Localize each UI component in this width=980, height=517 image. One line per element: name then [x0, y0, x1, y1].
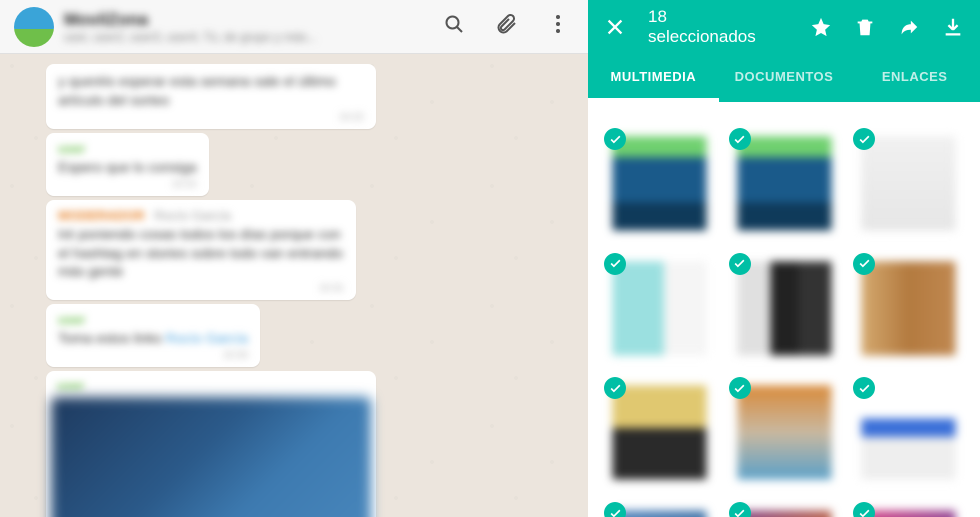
chat-header-text[interactable]: MovilZona user, user2, user3, user4, Tú,…	[64, 10, 432, 44]
avatar[interactable]	[14, 7, 54, 47]
tab-multimedia[interactable]: MULTIMEDIA	[588, 54, 719, 102]
media-item[interactable]	[606, 255, 713, 362]
message-bubble-image[interactable]: user	[46, 371, 376, 517]
check-icon	[604, 128, 626, 150]
message-bubble[interactable]: MODERADOR Rocío García Iré poniendo cosa…	[46, 200, 356, 301]
media-thumbnail	[612, 261, 706, 355]
media-item[interactable]	[731, 379, 838, 486]
media-item[interactable]	[855, 255, 962, 362]
media-thumbnail	[612, 136, 706, 230]
chat-body[interactable]: y queréis esperar esta semana sale el úl…	[0, 54, 588, 517]
chat-header: MovilZona user, user2, user3, user4, Tú,…	[0, 0, 588, 54]
media-item[interactable]	[731, 255, 838, 362]
media-item[interactable]	[731, 130, 838, 237]
message-bubble[interactable]: user Espero que lo consiga 10:24	[46, 133, 209, 196]
check-icon	[729, 377, 751, 399]
tab-enlaces[interactable]: ENLACES	[849, 54, 980, 102]
media-grid[interactable]	[588, 102, 980, 517]
image-attachment[interactable]	[51, 397, 371, 517]
media-item[interactable]	[855, 504, 962, 517]
message-bubble[interactable]: user Toma estos links Rocío García 10:33	[46, 304, 260, 367]
chat-title: MovilZona	[64, 10, 432, 30]
media-toolbar: 18 seleccionados	[588, 0, 980, 54]
download-icon[interactable]	[942, 16, 964, 38]
check-icon	[853, 502, 875, 517]
chat-subtitle: user, user2, user3, user4, Tú, de grupo …	[64, 30, 432, 44]
media-item[interactable]	[606, 379, 713, 486]
media-thumbnail	[862, 136, 956, 230]
check-icon	[604, 253, 626, 275]
media-thumbnail	[737, 136, 831, 230]
media-item[interactable]	[731, 504, 838, 517]
media-thumbnail	[862, 510, 956, 517]
media-thumbnail	[612, 510, 706, 517]
check-icon	[604, 502, 626, 517]
media-thumbnail	[862, 386, 956, 480]
forward-icon[interactable]	[898, 16, 920, 38]
media-thumbnail	[862, 261, 956, 355]
media-thumbnail	[737, 261, 831, 355]
check-icon	[729, 128, 751, 150]
media-item[interactable]	[606, 130, 713, 237]
selection-count: 18 seleccionados	[648, 7, 766, 47]
check-icon	[729, 502, 751, 517]
message-bubble[interactable]: y queréis esperar esta semana sale el úl…	[46, 64, 376, 129]
media-thumbnail	[612, 386, 706, 480]
attach-icon[interactable]	[494, 12, 518, 41]
star-icon[interactable]	[810, 16, 832, 38]
media-item[interactable]	[855, 379, 962, 486]
media-item[interactable]	[606, 504, 713, 517]
media-thumbnail	[737, 510, 831, 517]
media-tabs: MULTIMEDIA DOCUMENTOS ENLACES	[588, 54, 980, 102]
chat-pane: MovilZona user, user2, user3, user4, Tú,…	[0, 0, 588, 517]
delete-icon[interactable]	[854, 16, 876, 38]
check-icon	[729, 253, 751, 275]
more-icon[interactable]	[546, 12, 570, 41]
media-thumbnail	[737, 386, 831, 480]
tab-documentos[interactable]: DOCUMENTOS	[719, 54, 850, 102]
close-icon[interactable]	[604, 16, 626, 38]
search-icon[interactable]	[442, 12, 466, 41]
media-pane: 18 seleccionados MULTIMEDIA DOCUMENTOS E…	[588, 0, 980, 517]
check-icon	[853, 253, 875, 275]
media-item[interactable]	[855, 130, 962, 237]
